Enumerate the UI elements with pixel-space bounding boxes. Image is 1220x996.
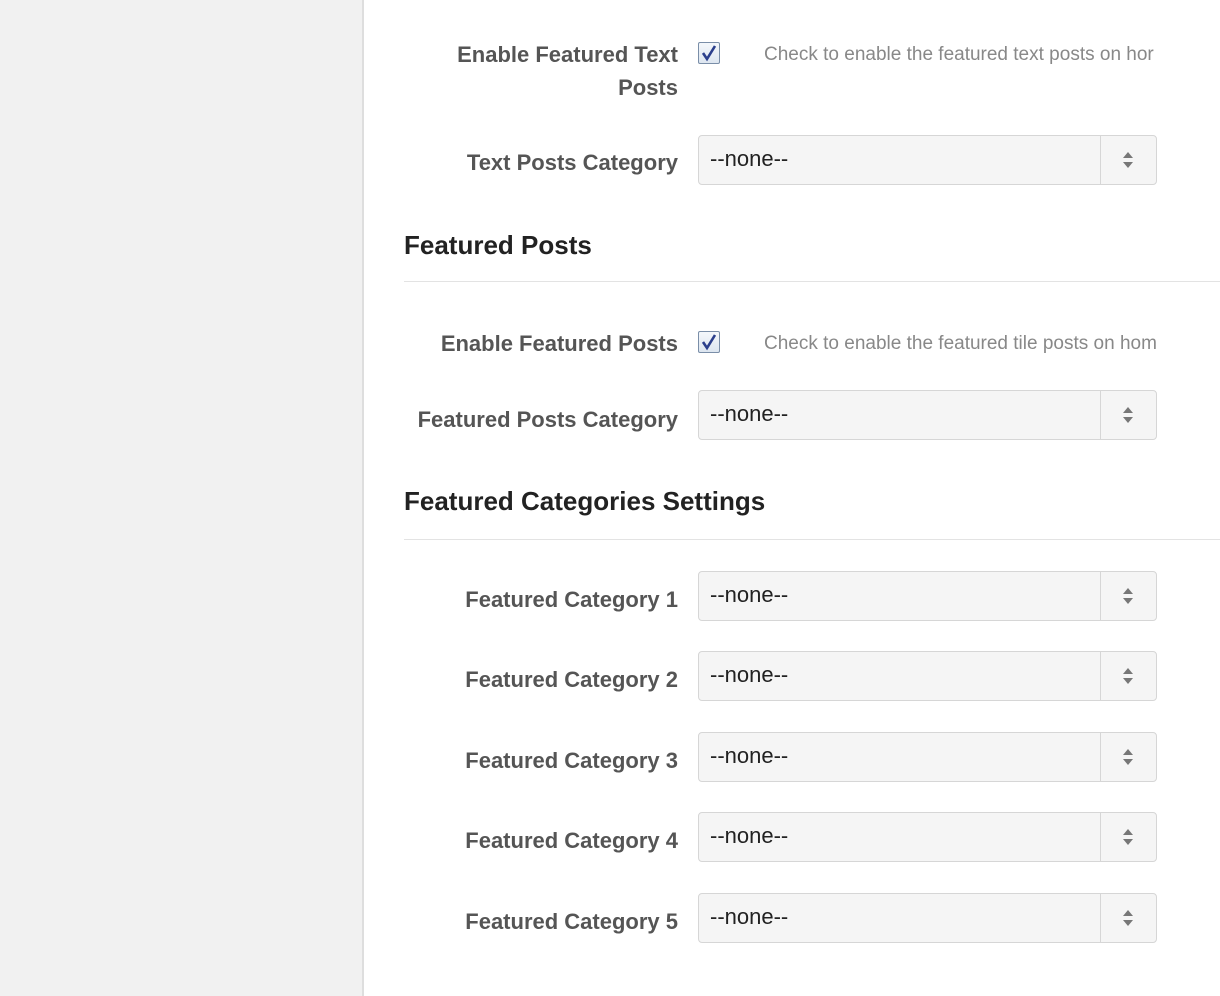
text-posts-category-select[interactable]: --none--: [698, 135, 1157, 185]
featured-posts-category-select[interactable]: --none--: [698, 390, 1157, 440]
featured-posts-category-value: --none--: [710, 401, 789, 426]
enable-featured-posts-description: Check to enable the featured tile posts …: [764, 333, 1157, 354]
featured-category-4-label: Featured Category 4: [465, 828, 678, 853]
section-divider: [404, 539, 1220, 540]
select-arrow-box: [1100, 136, 1156, 184]
settings-panel: Enable Featured Text Posts Check to enab…: [364, 0, 1220, 996]
enable-featured-posts-checkbox[interactable]: [698, 331, 720, 353]
sort-arrows-icon: [1123, 407, 1133, 423]
text-posts-category-value: --none--: [710, 146, 789, 171]
featured-category-1-select[interactable]: --none--: [698, 571, 1157, 621]
select-arrow-box: [1100, 894, 1156, 942]
sort-arrows-icon: [1123, 910, 1133, 926]
select-arrow-box: [1100, 391, 1156, 439]
featured-posts-category-label: Featured Posts Category: [417, 407, 678, 432]
featured-category-2-label: Featured Category 2: [465, 667, 678, 692]
enable-featured-text-posts-label-line1: Enable Featured Text: [457, 42, 678, 67]
sort-arrows-icon: [1123, 668, 1133, 684]
check-icon: [701, 334, 717, 351]
featured-category-2-select[interactable]: --none--: [698, 651, 1157, 701]
sort-arrows-icon: [1123, 588, 1133, 604]
featured-category-3-select[interactable]: --none--: [698, 732, 1157, 782]
featured-category-3-value: --none--: [710, 743, 789, 768]
section-divider: [404, 281, 1220, 282]
sort-arrows-icon: [1123, 152, 1133, 168]
featured-category-2-value: --none--: [710, 662, 789, 687]
enable-featured-text-posts-description: Check to enable the featured text posts …: [764, 44, 1154, 65]
admin-sidebar: [0, 0, 364, 996]
enable-featured-text-posts-checkbox[interactable]: [698, 42, 720, 64]
featured-category-5-value: --none--: [710, 904, 789, 929]
text-posts-category-label: Text Posts Category: [466, 150, 678, 175]
select-arrow-box: [1100, 813, 1156, 861]
featured-category-5-label: Featured Category 5: [465, 909, 678, 934]
featured-posts-section-title: Featured Posts: [404, 230, 592, 260]
enable-featured-text-posts-label: Enable Featured Text Posts: [457, 38, 678, 104]
featured-category-1-label: Featured Category 1: [465, 587, 678, 612]
featured-category-5-select[interactable]: --none--: [698, 893, 1157, 943]
featured-category-4-value: --none--: [710, 823, 789, 848]
select-arrow-box: [1100, 572, 1156, 620]
featured-categories-section-title: Featured Categories Settings: [404, 486, 766, 516]
enable-featured-text-posts-label-line2: Posts: [618, 75, 678, 100]
sort-arrows-icon: [1123, 829, 1133, 845]
select-arrow-box: [1100, 652, 1156, 700]
select-arrow-box: [1100, 733, 1156, 781]
check-icon: [701, 45, 717, 62]
featured-category-3-label: Featured Category 3: [465, 748, 678, 773]
featured-category-4-select[interactable]: --none--: [698, 812, 1157, 862]
enable-featured-posts-label: Enable Featured Posts: [440, 331, 678, 356]
sort-arrows-icon: [1123, 749, 1133, 765]
featured-category-1-value: --none--: [710, 582, 789, 607]
